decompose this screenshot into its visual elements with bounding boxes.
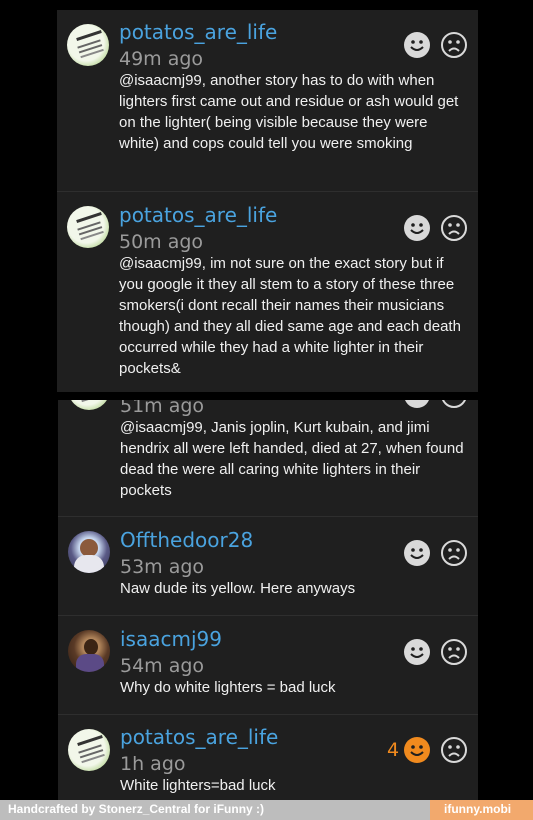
comment-item: Offthedoor28 53m ago Naw dude its yellow… [58, 517, 478, 615]
comment-text: Why do white lighters = bad luck [120, 679, 336, 696]
smile-icon[interactable] [404, 639, 430, 665]
comment-timestamp: 54m ago [120, 655, 205, 677]
comment-text: Naw dude its yellow. Here anyways [120, 580, 356, 597]
comment-item: isaacmj99 54m ago Why do white lighters … [58, 616, 478, 714]
frown-icon[interactable] [441, 32, 467, 58]
comments-panel-bottom: 51m ago @isaacmj99, Janis joplin, Kurt k… [58, 400, 478, 800]
user-avatar[interactable] [67, 206, 109, 248]
smile-icon[interactable] [404, 737, 430, 763]
smile-icon[interactable] [404, 32, 430, 58]
comment-timestamp: 49m ago [119, 48, 204, 70]
frown-icon[interactable] [441, 400, 467, 408]
comment-text: @isaacmj99, Janis joplin, Kurt kubain, a… [120, 419, 464, 499]
credit-bar: Handcrafted by Stonerz_Central for iFunn… [0, 800, 430, 820]
frown-icon[interactable] [441, 215, 467, 241]
frown-icon[interactable] [441, 737, 467, 763]
comments-panel-top: potatos_are_life 49m ago @isaacmj99, ano… [57, 10, 478, 392]
comment-username[interactable]: potatos_are_life [120, 725, 278, 749]
frown-icon[interactable] [441, 639, 467, 665]
comment-item: 51m ago @isaacmj99, Janis joplin, Kurt k… [58, 400, 478, 516]
user-avatar[interactable] [68, 630, 110, 672]
comment-timestamp: 50m ago [119, 231, 204, 253]
smile-count: 4 [387, 739, 400, 761]
brand-text: ifunny.mobi [444, 802, 512, 816]
comment-text: White lighters=bad luck [120, 777, 276, 794]
user-avatar[interactable] [67, 24, 109, 66]
credit-text: Handcrafted by Stonerz_Central for iFunn… [8, 802, 265, 816]
comment-username[interactable]: isaacmj99 [120, 627, 222, 651]
comment-text: @isaacmj99, im not sure on the exact sto… [119, 255, 461, 377]
comment-item: potatos_are_life 1h ago White lighters=b… [58, 715, 478, 800]
comment-username[interactable]: Offthedoor28 [120, 528, 253, 552]
comment-text: @isaacmj99, another story has to do with… [119, 72, 459, 152]
user-avatar[interactable] [68, 531, 110, 573]
comment-item: potatos_are_life 50m ago @isaacmj99, im … [57, 192, 478, 392]
comment-timestamp: 1h ago [120, 753, 186, 775]
comment-timestamp: 53m ago [120, 556, 205, 578]
smile-icon[interactable] [404, 400, 430, 408]
frown-icon[interactable] [441, 540, 467, 566]
watermark-bar: Handcrafted by Stonerz_Central for iFunn… [0, 800, 533, 820]
user-avatar[interactable] [68, 729, 110, 771]
user-avatar[interactable] [68, 400, 110, 410]
smile-icon[interactable] [404, 215, 430, 241]
smile-icon[interactable] [404, 540, 430, 566]
comment-timestamp: 51m ago [120, 400, 205, 417]
comment-username[interactable]: potatos_are_life [119, 203, 277, 227]
comment-item: potatos_are_life 49m ago @isaacmj99, ano… [57, 10, 478, 191]
comment-username[interactable]: potatos_are_life [119, 20, 277, 44]
brand-bar: ifunny.mobi [430, 800, 533, 820]
